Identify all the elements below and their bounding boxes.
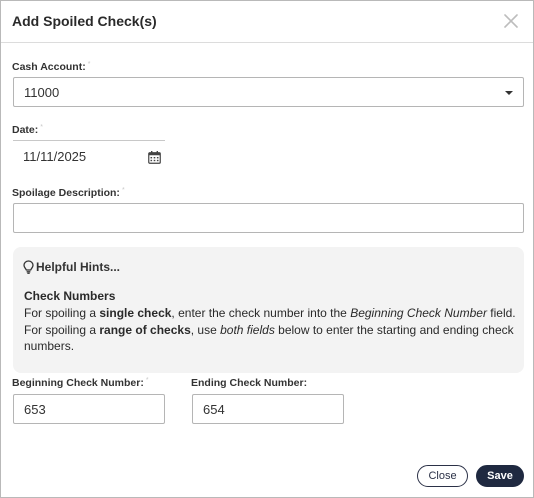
- cash-account-label-text: Cash Account:: [12, 61, 86, 73]
- add-spoiled-checks-dialog: Add Spoiled Check(s) Cash Account: * 1100…: [0, 0, 534, 498]
- date-label: Date: *: [12, 124, 43, 136]
- ending-check-number-label-text: Ending Check Number:: [191, 377, 308, 389]
- ending-check-number-label: Ending Check Number:: [191, 377, 307, 389]
- chevron-down-icon: [505, 91, 513, 95]
- hint-text: , use: [190, 322, 221, 337]
- hint-italic-text: both fields: [220, 322, 275, 337]
- date-label-text: Date:: [12, 124, 39, 136]
- cash-account-value: 11000: [24, 85, 60, 100]
- cash-account-label: Cash Account: *: [12, 61, 90, 73]
- required-mark: *: [121, 187, 125, 194]
- close-icon[interactable]: [501, 11, 521, 31]
- lightbulb-icon: [23, 260, 34, 277]
- hint-bold-text: range of checks: [99, 322, 191, 337]
- hint-bold-text: single check: [99, 306, 172, 320]
- beginning-check-number-input[interactable]: [13, 394, 165, 424]
- close-button[interactable]: Close: [417, 465, 468, 487]
- hints-title-text: Helpful Hints...: [36, 260, 120, 274]
- hints-body: For spoiling a single check, enter the c…: [24, 305, 516, 355]
- date-field-border: [13, 140, 165, 141]
- helpful-hints-panel: Helpful Hints... Check Numbers For spoil…: [13, 247, 524, 373]
- dialog-title: Add Spoiled Check(s): [12, 13, 157, 29]
- beginning-check-number-label: Beginning Check Number: *: [12, 377, 149, 389]
- cash-account-select[interactable]: 11000: [13, 77, 524, 107]
- hint-text: , enter the check number into the: [171, 306, 351, 320]
- hints-title: Helpful Hints...: [23, 260, 120, 277]
- hint-text: For spoiling a: [24, 306, 100, 320]
- ending-check-number-input[interactable]: [192, 394, 344, 424]
- hints-subtitle: Check Numbers: [24, 289, 116, 303]
- required-mark: *: [145, 377, 149, 384]
- hint-italic-text: Beginning Check Number: [350, 306, 487, 320]
- dialog-header: Add Spoiled Check(s): [1, 1, 533, 43]
- calendar-icon[interactable]: [148, 151, 161, 164]
- required-mark: *: [40, 124, 43, 131]
- required-mark: *: [87, 61, 91, 68]
- beginning-check-number-label-text: Beginning Check Number:: [12, 377, 144, 389]
- date-input[interactable]: 11/11/2025: [13, 140, 165, 170]
- spoilage-description-input[interactable]: [13, 203, 524, 233]
- save-button[interactable]: Save: [476, 465, 524, 487]
- date-value: 11/11/2025: [23, 149, 87, 164]
- spoilage-description-label: Spoilage Description: *: [12, 187, 125, 199]
- spoilage-description-label-text: Spoilage Description:: [12, 187, 120, 199]
